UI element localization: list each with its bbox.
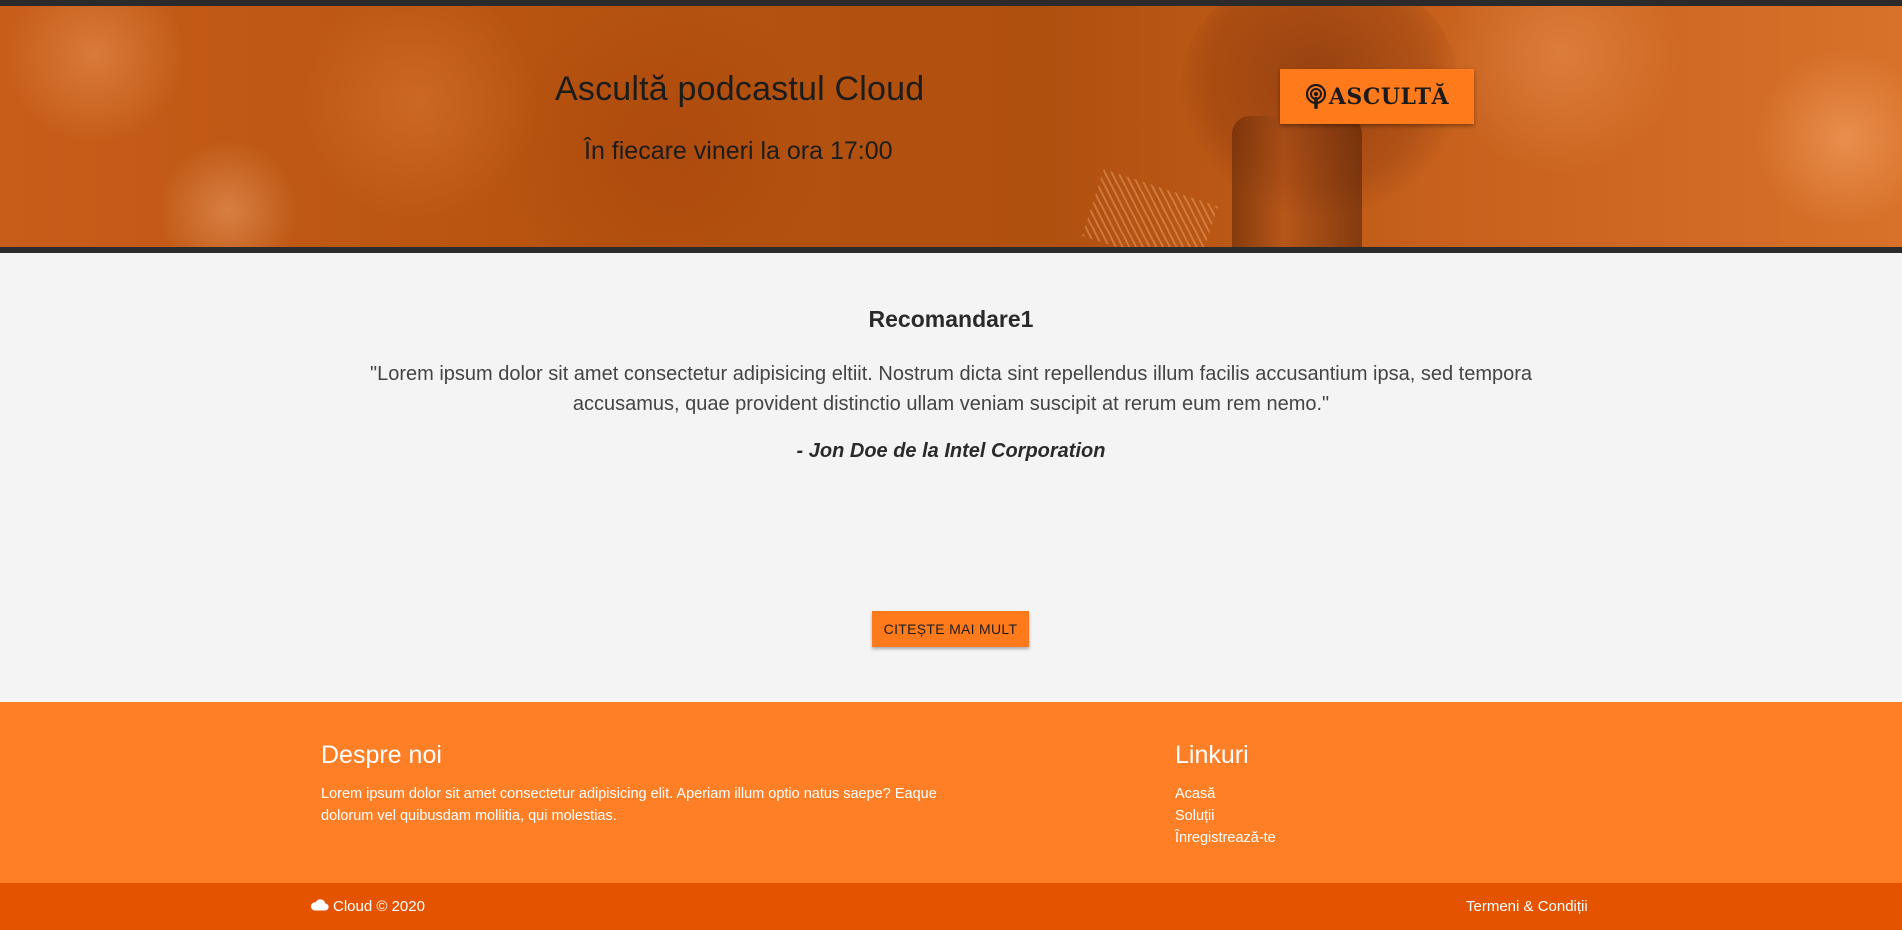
hero-subtitle: În fiecare vineri la ora 17:00 — [584, 137, 893, 165]
listen-button[interactable]: ASCULTĂ — [1280, 69, 1474, 124]
footer-bottom-bar: Cloud © 2020 Termeni & Condiții — [0, 883, 1902, 930]
footer-links-section: Linkuri Acasă Soluții Înregistrează-te — [1175, 741, 1276, 849]
hero-banner: Ascultă podcastul Cloud În fiecare viner… — [0, 0, 1902, 253]
microphone-grill-image — [1082, 169, 1218, 247]
microphone-body-image — [1232, 116, 1362, 247]
footer-links-list: Acasă Soluții Înregistrează-te — [1175, 783, 1276, 849]
read-more-button[interactable]: CITEȘTE MAI MULT — [872, 611, 1029, 647]
footer-link-register[interactable]: Înregistrează-te — [1175, 827, 1276, 849]
footer: Despre noi Lorem ipsum dolor sit amet co… — [0, 702, 1902, 883]
cloud-icon — [310, 898, 329, 915]
footer-about-section: Despre noi Lorem ipsum dolor sit amet co… — [321, 741, 961, 827]
footer-link-solutions[interactable]: Soluții — [1175, 805, 1276, 827]
footer-about-text: Lorem ipsum dolor sit amet consectetur a… — [321, 786, 937, 824]
copyright: Cloud © 2020 — [310, 898, 425, 915]
podcast-icon — [1305, 83, 1327, 110]
copyright-text: Cloud © 2020 — [333, 898, 425, 915]
footer-links-heading: Linkuri — [1175, 741, 1249, 769]
testimonial-quote: "Lorem ipsum dolor sit amet consectetur … — [369, 363, 1533, 415]
listen-button-label: ASCULTĂ — [1328, 83, 1450, 110]
terms-link[interactable]: Termeni & Condiții — [1466, 898, 1588, 915]
testimonial-title: Recomandare1 — [868, 306, 1034, 332]
footer-link-home[interactable]: Acasă — [1175, 783, 1276, 805]
hero-title: Ascultă podcastul Cloud — [555, 70, 925, 108]
testimonial-author: - Jon Doe de la Intel Corporation — [796, 440, 1106, 462]
footer-about-heading: Despre noi — [321, 741, 442, 769]
